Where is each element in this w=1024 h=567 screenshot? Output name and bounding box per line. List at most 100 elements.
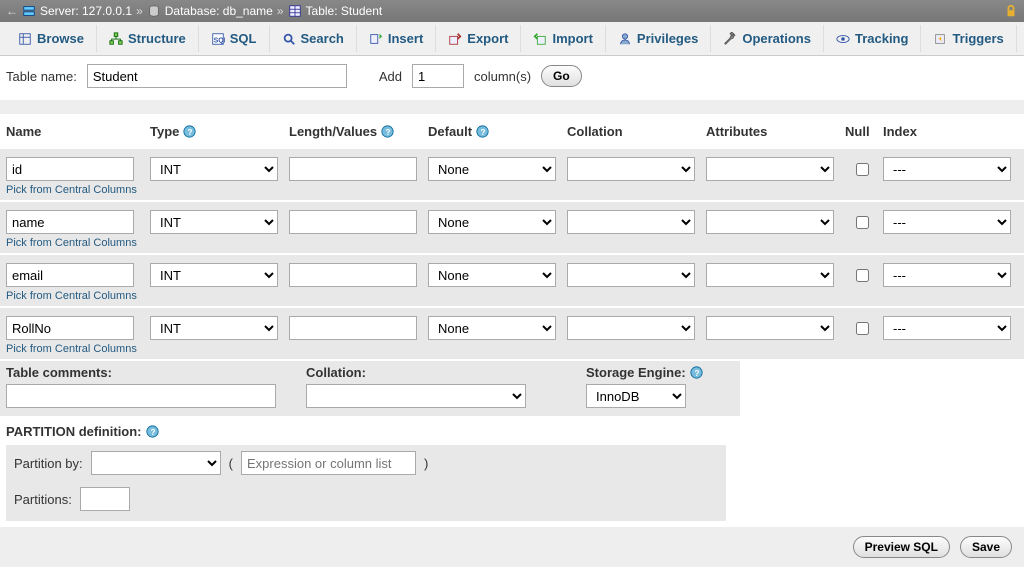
search-icon: [282, 32, 296, 46]
export-icon: [448, 32, 462, 46]
breadcrumb-server[interactable]: Server: 127.0.0.1: [40, 4, 132, 18]
tab-tracking[interactable]: Tracking: [824, 25, 921, 52]
tab-import[interactable]: Import: [521, 25, 605, 52]
tracking-icon: [836, 32, 850, 46]
breadcrumb-database[interactable]: Database: db_name: [165, 4, 273, 18]
hdr-length: Length/Values ?: [289, 124, 424, 139]
column-type-select[interactable]: INT: [150, 263, 278, 287]
tab-sql[interactable]: SQLSQL: [199, 25, 270, 52]
column-row: INT None --- Pick from Central Columns: [0, 202, 1024, 253]
column-name-input[interactable]: [6, 157, 134, 181]
table-name-input[interactable]: [87, 64, 347, 88]
tab-label: SQL: [230, 31, 257, 46]
server-icon: [22, 4, 36, 18]
paren-open: (: [229, 456, 233, 471]
hdr-attributes: Attributes: [706, 124, 841, 139]
column-attributes-select[interactable]: [706, 210, 834, 234]
hdr-default: Default ?: [428, 124, 563, 139]
privileges-icon: [618, 32, 632, 46]
paren-close: ): [424, 456, 428, 471]
breadcrumb: ← Server: 127.0.0.1 » Database: db_name …: [0, 0, 1024, 22]
svg-text:?: ?: [386, 128, 391, 137]
pick-central-columns-link[interactable]: Pick from Central Columns: [6, 343, 1018, 355]
table-options: Table comments: Collation: Storage Engin…: [0, 361, 740, 416]
database-icon: [147, 4, 161, 18]
help-icon[interactable]: ?: [146, 425, 159, 438]
pick-central-columns-link[interactable]: Pick from Central Columns: [6, 237, 1018, 249]
tab-triggers[interactable]: Triggers: [921, 25, 1016, 52]
divider-band: [0, 100, 1024, 114]
structure-icon: [109, 32, 123, 46]
partition-title: PARTITION definition: ?: [0, 416, 1024, 445]
preview-sql-button[interactable]: Preview SQL: [853, 536, 950, 558]
hdr-index: Index: [883, 124, 1023, 139]
add-count-input[interactable]: [412, 64, 464, 88]
back-arrow-icon[interactable]: ←: [6, 4, 18, 18]
tab-browse[interactable]: Browse: [6, 25, 97, 52]
column-null-checkbox[interactable]: [856, 163, 869, 176]
column-null-checkbox[interactable]: [856, 322, 869, 335]
column-null-checkbox[interactable]: [856, 216, 869, 229]
column-collation-select[interactable]: [567, 263, 695, 287]
tab-label: Export: [467, 31, 508, 46]
column-index-select[interactable]: ---: [883, 263, 1011, 287]
top-tabs: Browse Structure SQLSQL Search Insert Ex…: [0, 22, 1024, 56]
column-length-input[interactable]: [289, 316, 417, 340]
column-default-select[interactable]: None: [428, 157, 556, 181]
column-name-input[interactable]: [6, 210, 134, 234]
table-comments-label: Table comments:: [6, 365, 306, 380]
tab-search[interactable]: Search: [270, 25, 357, 52]
partition-expression-input[interactable]: [241, 451, 416, 475]
column-collation-select[interactable]: [567, 157, 695, 181]
tab-structure[interactable]: Structure: [97, 25, 199, 52]
pick-central-columns-link[interactable]: Pick from Central Columns: [6, 290, 1018, 302]
column-row: INT None --- Pick from Central Columns: [0, 308, 1024, 359]
bottom-bar: Preview SQL Save: [0, 527, 1024, 567]
tab-label: Operations: [742, 31, 811, 46]
pick-central-columns-link[interactable]: Pick from Central Columns: [6, 184, 1018, 196]
column-length-input[interactable]: [289, 263, 417, 287]
column-collation-select[interactable]: [567, 210, 695, 234]
tab-operations[interactable]: Operations: [711, 25, 824, 52]
table-collation-select[interactable]: [306, 384, 526, 408]
column-attributes-select[interactable]: [706, 316, 834, 340]
tab-export[interactable]: Export: [436, 25, 521, 52]
column-default-select[interactable]: None: [428, 316, 556, 340]
tab-label: Browse: [37, 31, 84, 46]
column-type-select[interactable]: INT: [150, 157, 278, 181]
column-index-select[interactable]: ---: [883, 210, 1011, 234]
collation-label: Collation:: [306, 365, 586, 380]
column-name-input[interactable]: [6, 263, 134, 287]
tab-privileges[interactable]: Privileges: [606, 25, 711, 52]
tab-insert[interactable]: Insert: [357, 25, 436, 52]
lock-icon[interactable]: [1004, 4, 1018, 18]
svg-text:?: ?: [481, 128, 486, 137]
table-comments-input[interactable]: [6, 384, 276, 408]
partitions-count-input[interactable]: [80, 487, 130, 511]
hdr-type: Type ?: [150, 124, 285, 139]
column-default-select[interactable]: None: [428, 263, 556, 287]
partition-by-select[interactable]: [91, 451, 221, 475]
column-attributes-select[interactable]: [706, 263, 834, 287]
column-collation-select[interactable]: [567, 316, 695, 340]
column-type-select[interactable]: INT: [150, 210, 278, 234]
save-button[interactable]: Save: [960, 536, 1012, 558]
help-icon[interactable]: ?: [381, 125, 394, 138]
column-default-select[interactable]: None: [428, 210, 556, 234]
column-name-input[interactable]: [6, 316, 134, 340]
help-icon[interactable]: ?: [476, 125, 489, 138]
column-length-input[interactable]: [289, 210, 417, 234]
column-type-select[interactable]: INT: [150, 316, 278, 340]
help-icon[interactable]: ?: [183, 125, 196, 138]
column-null-checkbox[interactable]: [856, 269, 869, 282]
table-icon: [288, 4, 302, 18]
column-headers: Name Type ? Length/Values ? Default ? Co…: [0, 114, 1024, 149]
column-index-select[interactable]: ---: [883, 157, 1011, 181]
column-attributes-select[interactable]: [706, 157, 834, 181]
column-index-select[interactable]: ---: [883, 316, 1011, 340]
breadcrumb-table[interactable]: Table: Student: [306, 4, 383, 18]
help-icon[interactable]: ?: [690, 366, 703, 379]
storage-engine-select[interactable]: InnoDB: [586, 384, 686, 408]
go-button[interactable]: Go: [541, 65, 582, 87]
column-length-input[interactable]: [289, 157, 417, 181]
